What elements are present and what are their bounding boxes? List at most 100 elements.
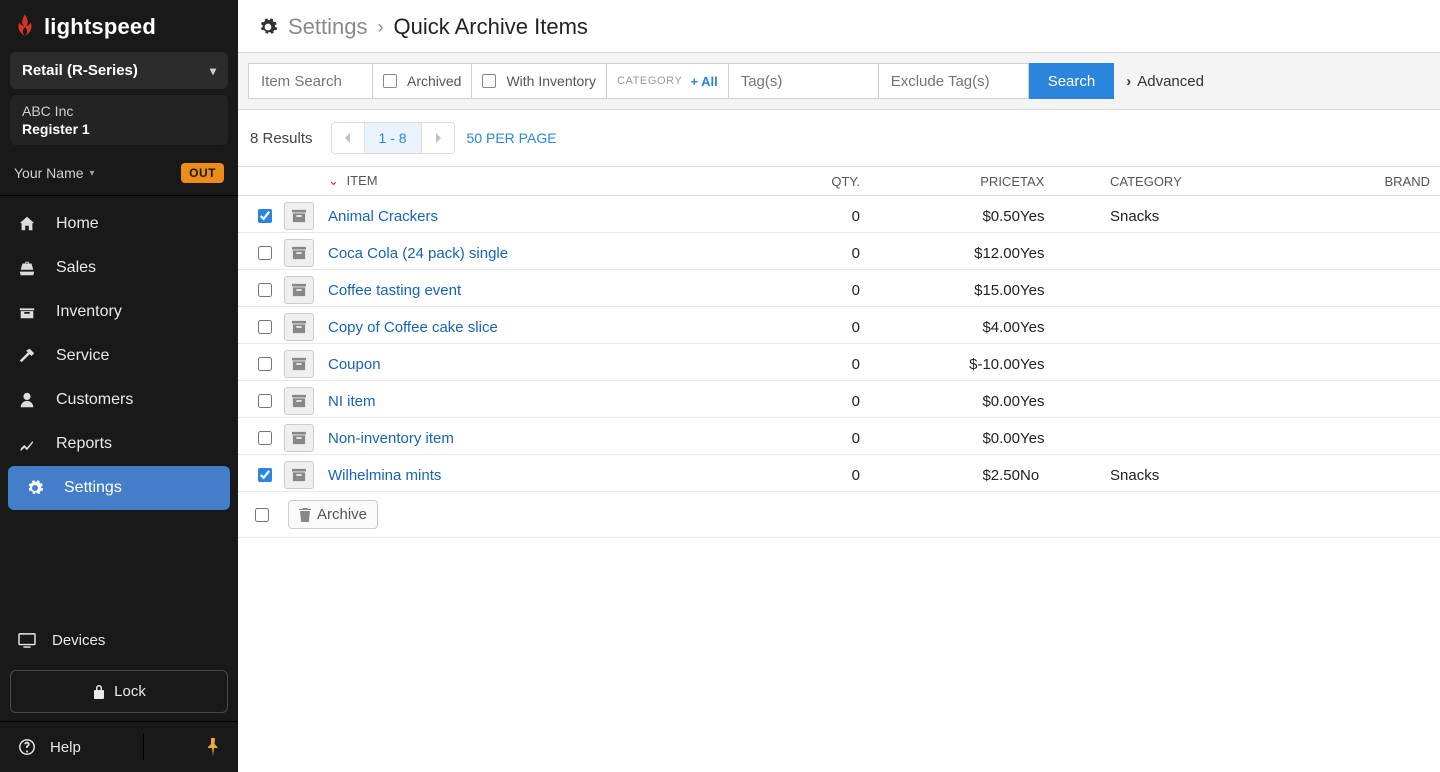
item-name-link[interactable]: Wilhelmina mints bbox=[328, 467, 441, 484]
per-page-selector[interactable]: 50 PER PAGE bbox=[467, 130, 557, 146]
col-tax[interactable]: TAX bbox=[1020, 174, 1044, 189]
table-row: Non-inventory item0$0.00Yes bbox=[238, 418, 1440, 455]
table-footer: Archive bbox=[238, 492, 1440, 538]
archive-label: Archive bbox=[317, 506, 367, 523]
user-icon bbox=[18, 391, 40, 409]
item-search-input[interactable] bbox=[259, 72, 362, 91]
search-button[interactable]: Search bbox=[1029, 63, 1115, 99]
sidebar-item-label: Devices bbox=[52, 632, 105, 649]
lock-button[interactable]: Lock bbox=[10, 670, 228, 713]
category-label: CATEGORY bbox=[617, 75, 683, 87]
filter-bar: Archived With Inventory CATEGORY + All S… bbox=[238, 53, 1440, 110]
item-search-wrapper bbox=[248, 63, 373, 99]
archived-label: Archived bbox=[407, 73, 461, 89]
chevron-down-icon: ▾ bbox=[210, 64, 216, 78]
row-checkbox[interactable] bbox=[258, 209, 272, 223]
table-header: ⌄ ITEM QTY. PRICE TAX CATEGORY BRAND bbox=[238, 167, 1440, 196]
row-checkbox[interactable] bbox=[258, 283, 272, 297]
sidebar-item-devices[interactable]: Devices bbox=[0, 619, 238, 662]
help-button[interactable]: Help bbox=[18, 738, 81, 756]
archived-checkbox[interactable]: Archived bbox=[373, 63, 472, 99]
row-archive-button[interactable] bbox=[284, 387, 314, 415]
item-name-link[interactable]: Coupon bbox=[328, 356, 381, 373]
pin-icon[interactable] bbox=[206, 738, 220, 756]
cell-qty: 0 bbox=[852, 282, 860, 299]
row-archive-button[interactable] bbox=[284, 239, 314, 267]
sidebar-item-settings[interactable]: Settings bbox=[8, 466, 230, 510]
advanced-filters-toggle[interactable]: › Advanced bbox=[1126, 63, 1204, 99]
chart-icon bbox=[18, 435, 40, 453]
row-archive-button[interactable] bbox=[284, 461, 314, 489]
clock-status-badge[interactable]: OUT bbox=[181, 163, 224, 183]
cell-qty: 0 bbox=[852, 393, 860, 410]
row-archive-button[interactable] bbox=[284, 313, 314, 341]
item-name-link[interactable]: Animal Crackers bbox=[328, 208, 438, 225]
gear-icon bbox=[26, 479, 48, 497]
sidebar-item-sales[interactable]: Sales bbox=[0, 246, 238, 290]
table-row: Coupon0$-10.00Yes bbox=[238, 344, 1440, 381]
sidebar-item-service[interactable]: Service bbox=[0, 334, 238, 378]
register-name: Register 1 bbox=[22, 121, 216, 137]
item-name-link[interactable]: NI item bbox=[328, 393, 376, 410]
store-register-box[interactable]: ABC Inc Register 1 bbox=[10, 95, 228, 145]
category-all-button[interactable]: + All bbox=[690, 74, 717, 89]
sidebar-item-label: Reports bbox=[56, 435, 112, 453]
pager-prev[interactable] bbox=[332, 123, 364, 153]
row-checkbox[interactable] bbox=[258, 320, 272, 334]
cell-category: Snacks bbox=[1110, 208, 1159, 225]
cell-price: $15.00 bbox=[974, 282, 1020, 299]
with-inventory-checkbox[interactable]: With Inventory bbox=[472, 63, 606, 99]
row-checkbox[interactable] bbox=[258, 431, 272, 445]
col-qty[interactable]: QTY. bbox=[831, 174, 860, 189]
item-name-link[interactable]: Coca Cola (24 pack) single bbox=[328, 245, 508, 262]
col-item[interactable]: ⌄ ITEM bbox=[328, 173, 378, 189]
category-filter: CATEGORY + All bbox=[607, 63, 729, 99]
sidebar-item-label: Settings bbox=[64, 479, 122, 497]
cell-qty: 0 bbox=[852, 467, 860, 484]
row-archive-button[interactable] bbox=[284, 350, 314, 378]
user-name-label: Your Name bbox=[14, 165, 84, 181]
sidebar-item-home[interactable]: Home bbox=[0, 202, 238, 246]
cell-tax: Yes bbox=[1020, 319, 1044, 336]
cell-tax: No bbox=[1020, 467, 1039, 484]
pager-next[interactable] bbox=[422, 123, 454, 153]
col-category[interactable]: CATEGORY bbox=[1110, 174, 1182, 189]
cell-qty: 0 bbox=[852, 245, 860, 262]
table-row: Coca Cola (24 pack) single0$12.00Yes bbox=[238, 233, 1440, 270]
with-inventory-label: With Inventory bbox=[506, 73, 595, 89]
sidebar-item-customers[interactable]: Customers bbox=[0, 378, 238, 422]
cell-qty: 0 bbox=[852, 319, 860, 336]
exclude-tags-input[interactable] bbox=[889, 72, 1018, 91]
lock-label: Lock bbox=[114, 683, 146, 700]
user-menu[interactable]: Your Name ▾ bbox=[14, 165, 95, 181]
row-archive-button[interactable] bbox=[284, 276, 314, 304]
archive-selected-button[interactable]: Archive bbox=[288, 500, 378, 529]
row-checkbox[interactable] bbox=[258, 468, 272, 482]
select-all-checkbox[interactable] bbox=[255, 508, 269, 522]
col-brand[interactable]: BRAND bbox=[1384, 174, 1430, 189]
row-checkbox[interactable] bbox=[258, 357, 272, 371]
item-name-link[interactable]: Non-inventory item bbox=[328, 430, 454, 447]
row-archive-button[interactable] bbox=[284, 424, 314, 452]
company-name: ABC Inc bbox=[22, 103, 216, 119]
advanced-label: Advanced bbox=[1137, 73, 1204, 90]
col-price[interactable]: PRICE bbox=[980, 174, 1020, 189]
row-checkbox[interactable] bbox=[258, 246, 272, 260]
cash-register-icon bbox=[18, 259, 40, 277]
sidebar-item-inventory[interactable]: Inventory bbox=[0, 290, 238, 334]
brand-logo: lightspeed bbox=[0, 0, 238, 52]
row-checkbox[interactable] bbox=[258, 394, 272, 408]
col-item-label: ITEM bbox=[347, 173, 378, 188]
sidebar-item-reports[interactable]: Reports bbox=[0, 422, 238, 466]
tags-input[interactable] bbox=[739, 72, 868, 91]
item-name-link[interactable]: Coffee tasting event bbox=[328, 282, 461, 299]
breadcrumb-settings[interactable]: Settings bbox=[288, 14, 368, 40]
box-icon bbox=[18, 303, 40, 321]
sidebar-item-label: Sales bbox=[56, 259, 96, 277]
row-archive-button[interactable] bbox=[284, 202, 314, 230]
checkbox-icon bbox=[482, 74, 496, 88]
item-name-link[interactable]: Copy of Coffee cake slice bbox=[328, 319, 498, 336]
product-selector[interactable]: Retail (R-Series) ▾ bbox=[10, 52, 228, 89]
chevron-right-icon: › bbox=[378, 17, 384, 38]
results-toolbar: 8 Results 1 - 8 50 PER PAGE bbox=[238, 110, 1440, 167]
